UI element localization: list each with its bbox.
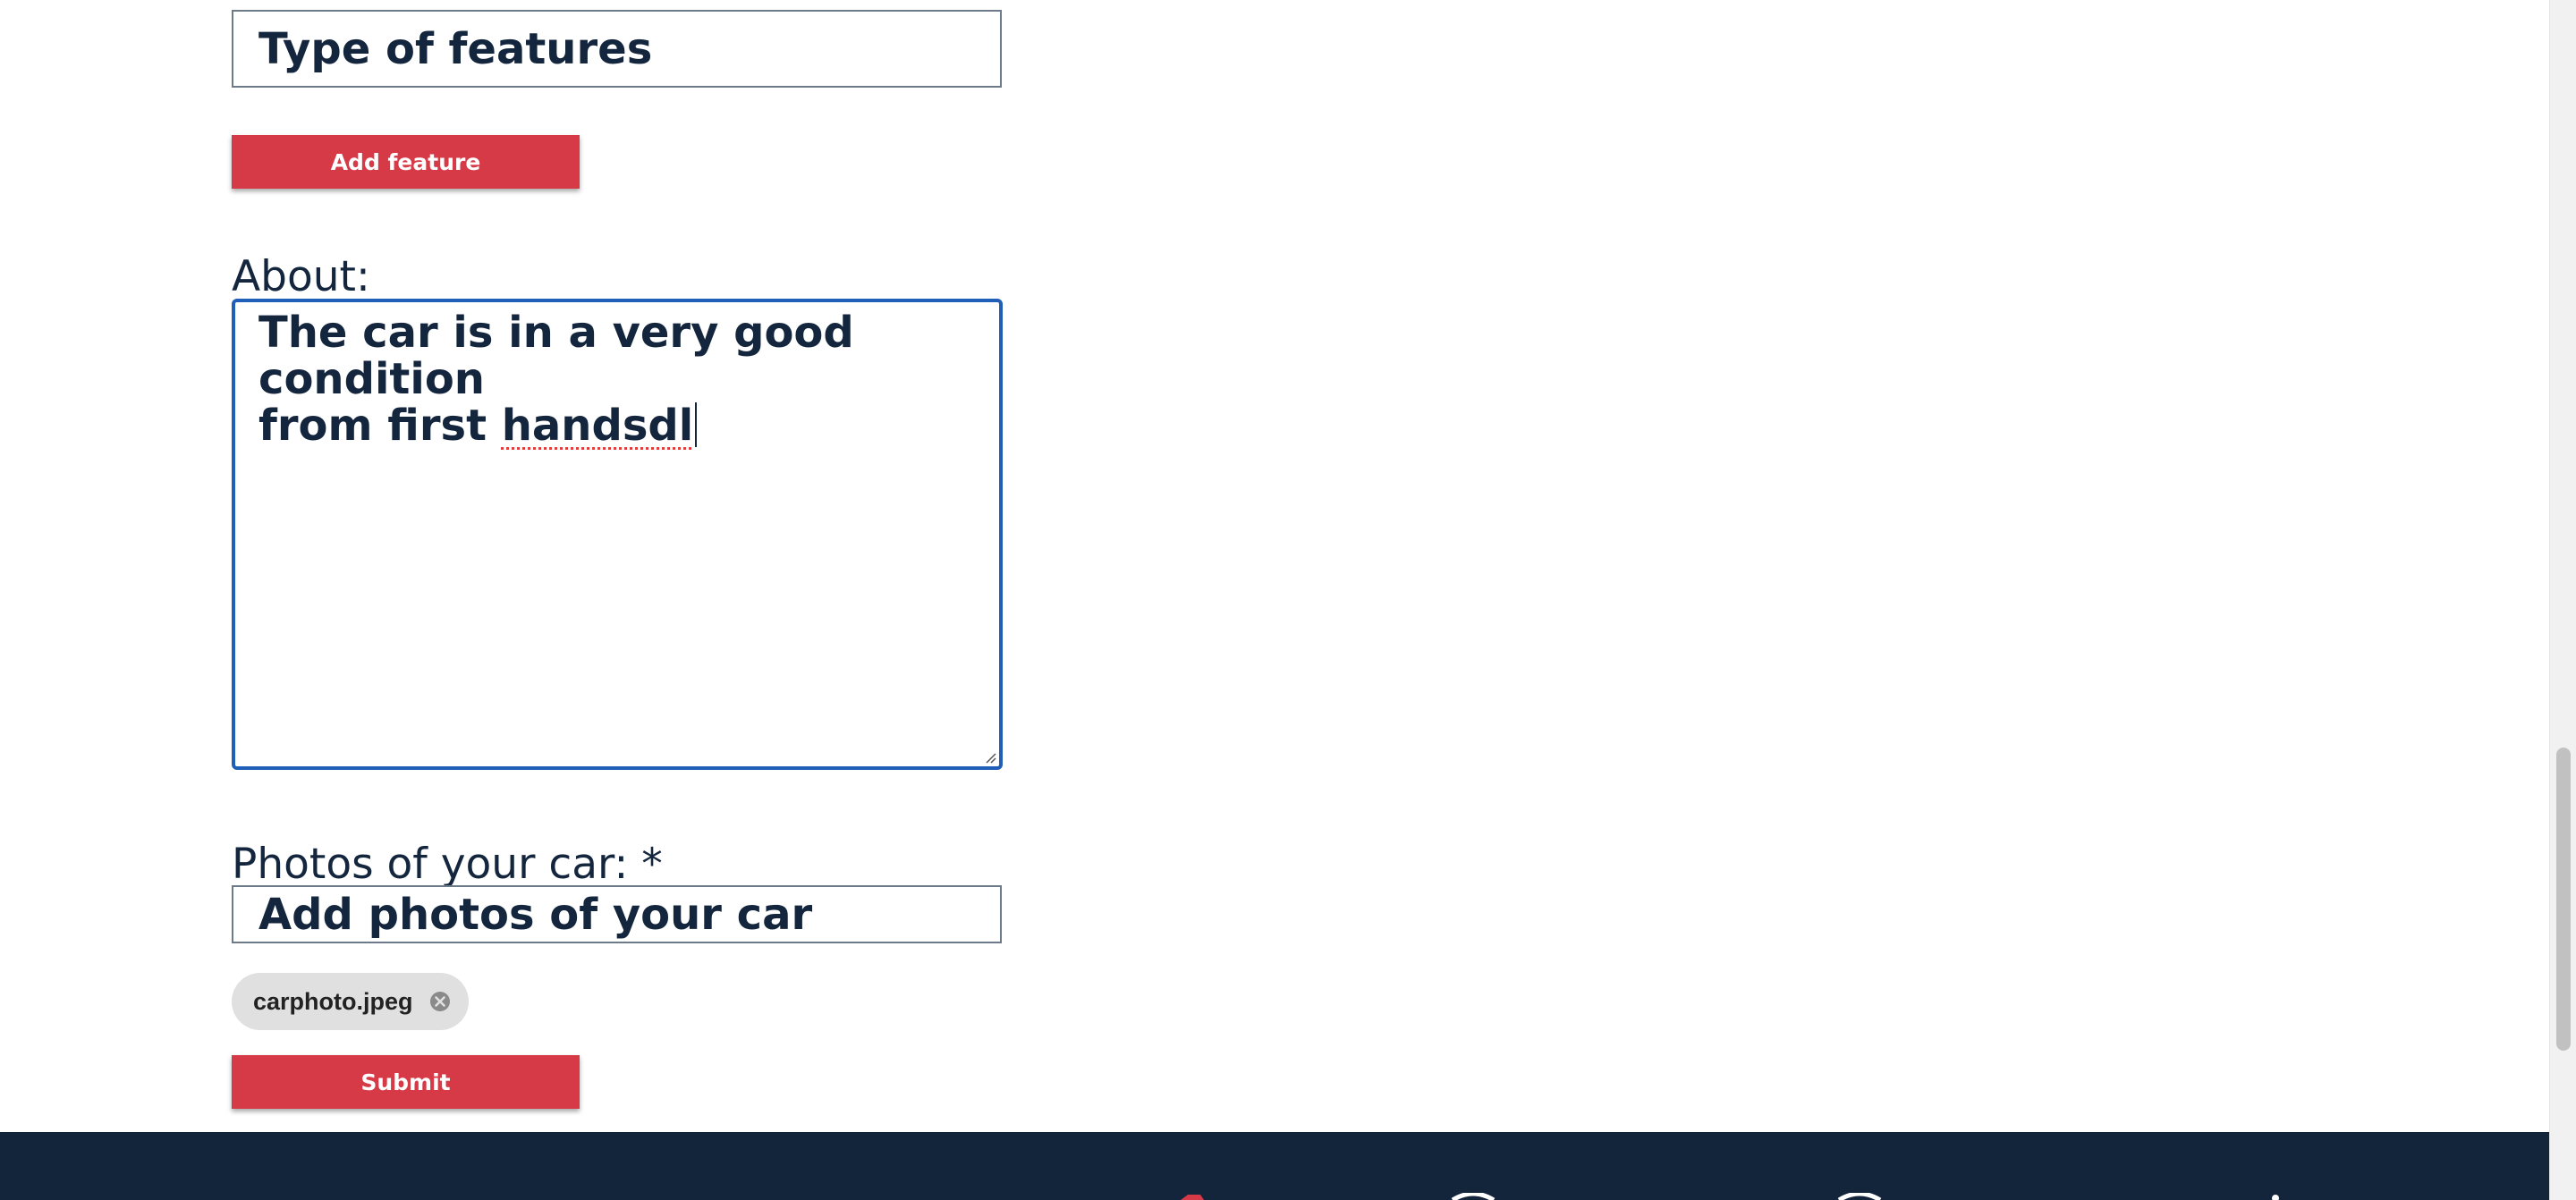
photos-label: Photos of your car: * bbox=[232, 840, 663, 889]
about-text-misspelled-word: handsdl bbox=[501, 401, 694, 451]
scrollbar-thumb[interactable] bbox=[2556, 748, 2571, 1051]
footer-icon-fragment-3 bbox=[2272, 1195, 2279, 1200]
close-circle-icon[interactable] bbox=[429, 991, 451, 1012]
file-chip-name: carphoto.jpeg bbox=[253, 987, 413, 1015]
about-text-line-2: from first handsdl bbox=[258, 402, 976, 449]
footer-logo-fragment bbox=[1181, 1195, 1204, 1200]
photos-input[interactable]: Add photos of your car bbox=[232, 885, 1002, 943]
footer-icon-fragment-1 bbox=[1451, 1193, 1496, 1200]
features-input-placeholder: Type of features bbox=[258, 23, 653, 74]
resize-handle-icon[interactable] bbox=[984, 751, 996, 764]
page: Type of features Add feature About: The … bbox=[0, 0, 2549, 1200]
features-input[interactable]: Type of features bbox=[232, 10, 1002, 88]
about-text-line-2-prefix: from first bbox=[258, 401, 502, 451]
footer-icon-fragment-2 bbox=[1837, 1193, 1882, 1200]
about-text-line-1: The car is in a very good condition bbox=[258, 308, 854, 404]
about-label: About: bbox=[232, 252, 370, 301]
photos-input-placeholder: Add photos of your car bbox=[258, 889, 813, 940]
file-chip: carphoto.jpeg bbox=[232, 973, 469, 1030]
about-textarea[interactable]: The car is in a very good condition from… bbox=[232, 299, 1003, 770]
footer bbox=[0, 1132, 2549, 1200]
text-caret bbox=[695, 402, 698, 447]
add-feature-button[interactable]: Add feature bbox=[232, 135, 580, 189]
vertical-scrollbar[interactable] bbox=[2549, 0, 2576, 1200]
submit-button[interactable]: Submit bbox=[232, 1055, 580, 1109]
